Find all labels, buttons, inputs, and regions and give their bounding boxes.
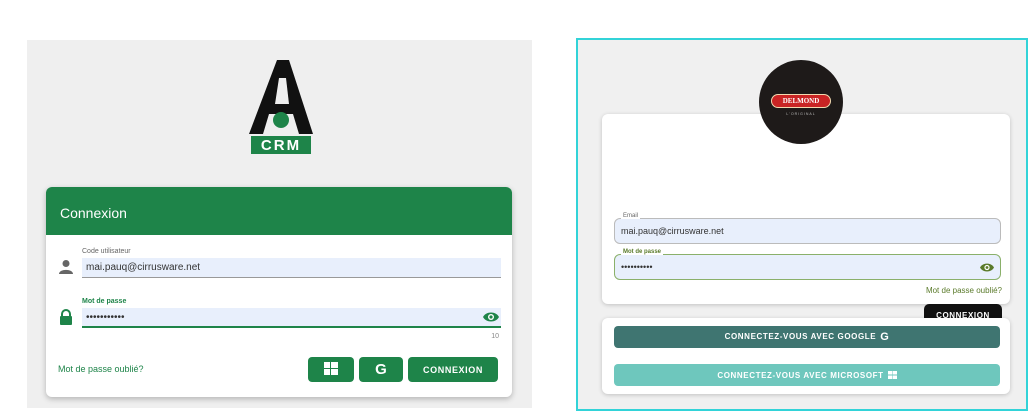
user-input[interactable] [82, 258, 501, 278]
password-field: Mot de passe 10 [82, 297, 501, 340]
windows-icon [887, 370, 897, 379]
microsoft-login-button[interactable] [308, 357, 354, 382]
password-input[interactable] [82, 308, 501, 328]
password-field-label: Mot de passe [621, 249, 664, 255]
user-field-row: Code utilisateur [58, 247, 501, 279]
crm-logo-icon: CRM [249, 60, 313, 154]
forgot-password-link[interactable]: Mot de passe oublié? [926, 286, 1002, 295]
login-card: Connexion Code utilisateur Mot de passe [46, 187, 512, 397]
login-header: Connexion [46, 187, 512, 235]
microsoft-sso-button[interactable]: CONNECTEZ-VOUS AVEC MICROSOFT [614, 364, 1000, 386]
email-field-label: Email [621, 213, 641, 219]
password-field-row: Mot de passe 10 [58, 297, 501, 340]
google-sso-label: CONNECTEZ-VOUS AVEC GOOGLE [724, 332, 877, 341]
windows-icon [324, 361, 338, 375]
email-value: mai.pauq@cirrusware.net [621, 226, 724, 236]
connexion-button[interactable]: CONNEXION [408, 357, 498, 382]
delmond-brand-text: DELMOND [771, 94, 831, 108]
eye-icon[interactable] [980, 262, 994, 273]
microsoft-sso-label: CONNECTEZ-VOUS AVEC MICROSOFT [717, 370, 884, 380]
google-sso-button[interactable]: CONNECTEZ-VOUS AVEC GOOGLE G [614, 326, 1000, 348]
password-field-label: Mot de passe [82, 298, 127, 305]
page: CRM Connexion Code utilisateur mai.pauq@… [0, 0, 1028, 419]
forgot-password-link[interactable]: Mot de passe oublié? [58, 364, 144, 374]
google-icon: G [880, 331, 890, 343]
user-field: Code utilisateur [82, 247, 501, 279]
sso-card: CONNECTEZ-VOUS AVEC GOOGLE G CONNECTEZ-VO… [602, 318, 1010, 394]
crm-logo-text: CRM [261, 137, 301, 154]
delmond-logo: DELMOND L'ORIGINAL [759, 60, 843, 144]
password-value: •••••••••• [621, 262, 653, 272]
password-field[interactable]: Mot de passe •••••••••• [614, 249, 1001, 280]
crm-login-panel: CRM Connexion Code utilisateur mai.pauq@… [27, 40, 532, 408]
eye-icon[interactable] [483, 311, 499, 323]
google-login-button[interactable]: G [359, 357, 403, 382]
password-char-count: 10 [491, 333, 499, 340]
delmond-login-panel: Email mai.pauq@cirrusware.net Mot de pas… [576, 38, 1028, 411]
delmond-subtitle: L'ORIGINAL [786, 112, 816, 116]
email-field[interactable]: Email mai.pauq@cirrusware.net [614, 213, 1001, 244]
user-icon [59, 260, 73, 274]
lock-icon [60, 309, 72, 325]
user-field-label: Code utilisateur [82, 248, 131, 255]
